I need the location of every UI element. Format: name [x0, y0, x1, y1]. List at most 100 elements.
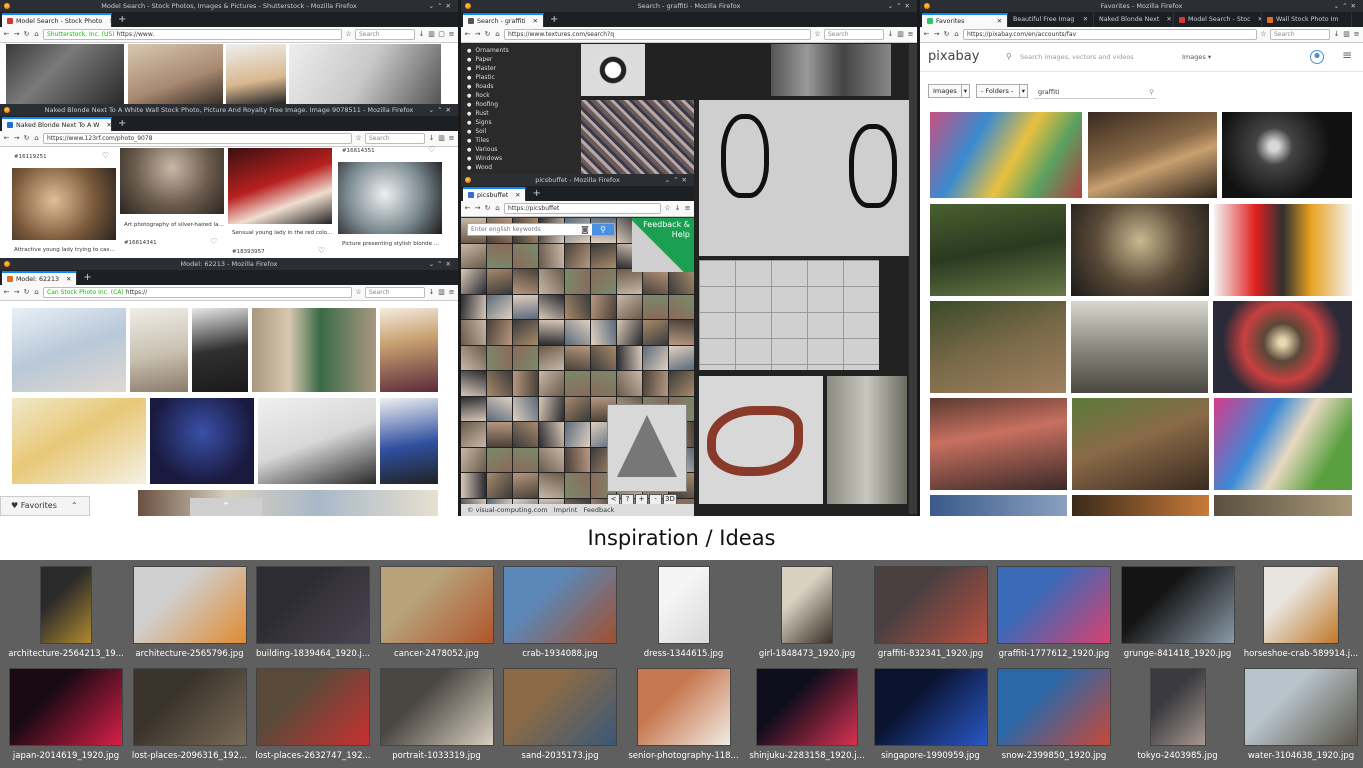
mosaic-tile[interactable]: [461, 396, 486, 421]
mosaic-tile[interactable]: [617, 320, 642, 345]
category-item[interactable]: Roofing: [467, 100, 575, 109]
close-tab-icon[interactable]: ✕: [105, 16, 111, 27]
result-image[interactable]: [258, 398, 376, 484]
favorite-image[interactable]: [930, 112, 1082, 198]
forward-icon[interactable]: →: [13, 289, 20, 296]
file-item[interactable]: architecture-2564213_19...: [5, 562, 127, 662]
result-image[interactable]: [380, 398, 438, 484]
image-caption[interactable]: Picture presenting stylish blonde ...: [342, 241, 439, 247]
favorite-image[interactable]: [1072, 398, 1209, 490]
forward-icon[interactable]: →: [474, 31, 481, 38]
file-item[interactable]: tokyo-2403985.jpg: [1117, 664, 1239, 764]
library-icon[interactable]: ▥: [438, 135, 445, 142]
mosaic-tile[interactable]: [565, 371, 590, 396]
images-dropdown[interactable]: Images ▾: [1182, 53, 1211, 61]
download-icon[interactable]: ↓: [428, 135, 435, 142]
mosaic-tile[interactable]: [539, 345, 564, 370]
url-bar[interactable]: https://picsbuffet: [504, 203, 661, 214]
favorites-bar[interactable]: ♥ Favorites ⌃: [0, 496, 90, 516]
close-tab-icon[interactable]: ✕: [62, 274, 71, 285]
favorite-image[interactable]: [1214, 495, 1352, 516]
library-icon[interactable]: ▥: [897, 31, 904, 38]
category-item[interactable]: Ornaments: [467, 46, 575, 55]
feedback-help-banner[interactable]: Feedback & Help: [632, 218, 694, 272]
home-icon[interactable]: ⌂: [494, 31, 501, 38]
texture-tile[interactable]: [827, 376, 907, 504]
hamburger-menu-icon[interactable]: ≡: [1342, 48, 1352, 62]
file-item[interactable]: water-3104638_1920.jpg: [1240, 664, 1362, 764]
favorite-image[interactable]: [1072, 495, 1209, 516]
mosaic-tile[interactable]: [461, 447, 486, 472]
category-item[interactable]: Signs: [467, 118, 575, 127]
image-caption[interactable]: Attractive young lady trying to cas...: [14, 247, 115, 253]
back-icon[interactable]: ←: [464, 31, 471, 38]
sidebar-icon[interactable]: ▢: [438, 31, 445, 38]
mosaic-tile[interactable]: [539, 447, 564, 472]
url-bar[interactable]: Can Stock Photo Inc. (CA) https://: [43, 287, 352, 298]
mosaic-tile[interactable]: [487, 320, 512, 345]
favorite-image[interactable]: [930, 495, 1067, 516]
mosaic-tile[interactable]: [513, 371, 538, 396]
result-image[interactable]: [6, 44, 124, 104]
download-icon[interactable]: ↓: [1333, 31, 1340, 38]
close-tab-icon[interactable]: ✕: [529, 16, 538, 27]
user-avatar-icon[interactable]: [1310, 50, 1324, 64]
file-item[interactable]: dress-1344615.jpg: [623, 562, 745, 662]
search-input[interactable]: Search: [1270, 29, 1330, 40]
mosaic-tile[interactable]: [617, 345, 642, 370]
download-icon[interactable]: ↓: [674, 205, 681, 212]
home-icon[interactable]: ⌂: [33, 31, 40, 38]
bookmark-star-icon[interactable]: ☆: [355, 289, 362, 296]
mosaic-tile[interactable]: [617, 371, 642, 396]
mosaic-tile[interactable]: [487, 269, 512, 294]
window-controls[interactable]: ⌄⌃✕: [429, 258, 454, 270]
url-bar[interactable]: https://www.textures.com/search?q: [504, 29, 811, 40]
mosaic-tile[interactable]: [591, 371, 616, 396]
file-item[interactable]: graffiti-1777612_1920.jpg: [993, 562, 1115, 662]
reload-icon[interactable]: ↻: [943, 31, 950, 38]
mosaic-tile[interactable]: [643, 320, 668, 345]
result-image[interactable]: [338, 162, 442, 234]
new-tab-button[interactable]: +: [77, 271, 97, 285]
file-item[interactable]: lost-places-2632747_192...: [252, 664, 374, 764]
category-item[interactable]: Roads: [467, 82, 575, 91]
camera-icon[interactable]: ◙: [578, 224, 592, 235]
favorite-image[interactable]: [1213, 301, 1352, 393]
result-image[interactable]: [226, 44, 286, 104]
file-item[interactable]: snow-2399850_1920.jpg: [993, 664, 1115, 764]
mosaic-tile[interactable]: [591, 294, 616, 319]
file-item[interactable]: cancer-2478052.jpg: [376, 562, 498, 662]
favorite-image[interactable]: [930, 301, 1066, 393]
imprint-link[interactable]: Imprint: [554, 506, 578, 514]
result-image[interactable]: [138, 490, 438, 516]
mosaic-tile[interactable]: [565, 473, 590, 498]
file-item[interactable]: horseshoe-crab-589914.j...: [1240, 562, 1362, 662]
image-caption[interactable]: Sensual young lady in the red colo...: [232, 230, 332, 236]
category-item[interactable]: Plaster: [467, 64, 575, 73]
mosaic-tile[interactable]: [565, 422, 590, 447]
mosaic-tile[interactable]: [539, 243, 564, 268]
mosaic-tile[interactable]: [513, 294, 538, 319]
file-item[interactable]: architecture-2565796.jpg: [129, 562, 251, 662]
home-icon[interactable]: ⌂: [33, 289, 40, 296]
mosaic-tile[interactable]: [565, 345, 590, 370]
file-item[interactable]: building-1839464_1920.j...: [252, 562, 374, 662]
mosaic-tile[interactable]: [591, 269, 616, 294]
texture-tile[interactable]: [771, 44, 891, 96]
file-item[interactable]: sand-2035173.jpg: [499, 664, 621, 764]
window-controls[interactable]: ⌄⌃✕: [429, 0, 454, 12]
download-icon[interactable]: ↓: [418, 31, 425, 38]
mosaic-tile[interactable]: [461, 345, 486, 370]
site-search-input[interactable]: Search images, vectors and videos: [1020, 53, 1180, 61]
back-icon[interactable]: ←: [923, 31, 930, 38]
mosaic-tile[interactable]: [487, 396, 512, 421]
back-icon[interactable]: ←: [3, 289, 10, 296]
category-item[interactable]: Rock: [467, 91, 575, 100]
mosaic-tile[interactable]: [461, 371, 486, 396]
library-icon[interactable]: ▥: [428, 31, 435, 38]
texture-tile[interactable]: [581, 44, 645, 96]
url-bar[interactable]: Shutterstock, Inc. (US) https://www.: [43, 29, 342, 40]
reload-icon[interactable]: ↻: [23, 135, 30, 142]
download-icon[interactable]: ↓: [887, 31, 894, 38]
window-controls[interactable]: ⌄⌃✕: [888, 0, 913, 12]
